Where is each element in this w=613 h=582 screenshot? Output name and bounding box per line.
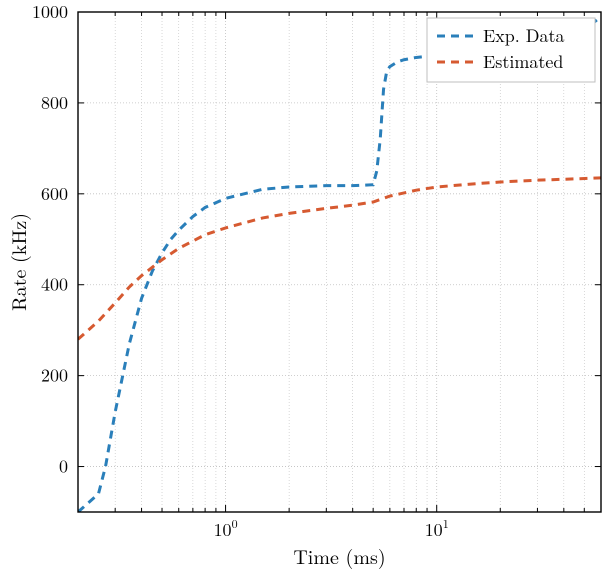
x-tick-label: 101 xyxy=(425,515,449,542)
legend-label: Estimated xyxy=(483,49,563,74)
y-tick-label: 600 xyxy=(41,181,68,206)
y-tick-label: 0 xyxy=(59,454,68,479)
legend-label: Exp. Data xyxy=(483,23,565,48)
y-tick-label: 200 xyxy=(41,363,68,388)
x-axis-label: Time (ms) xyxy=(293,541,385,570)
x-tick-labels: 100 101 xyxy=(214,515,449,542)
y-tick-labels: 0 200 400 600 800 1000 xyxy=(32,0,68,479)
y-tick-label: 400 xyxy=(41,272,68,297)
legend: Exp. DataEstimated xyxy=(427,18,595,82)
x-tick-label: 100 xyxy=(214,515,238,542)
y-axis-label: Rate (kHz) xyxy=(3,213,32,311)
y-tick-label: 800 xyxy=(41,90,68,115)
y-tick-label: 1000 xyxy=(32,0,68,24)
chart-container: { "chart_data": { "type": "line", "xlabe… xyxy=(0,0,613,582)
line-chart: 100 101 0 200 400 600 800 1000 Time (ms) Rate … xyxy=(0,0,613,582)
